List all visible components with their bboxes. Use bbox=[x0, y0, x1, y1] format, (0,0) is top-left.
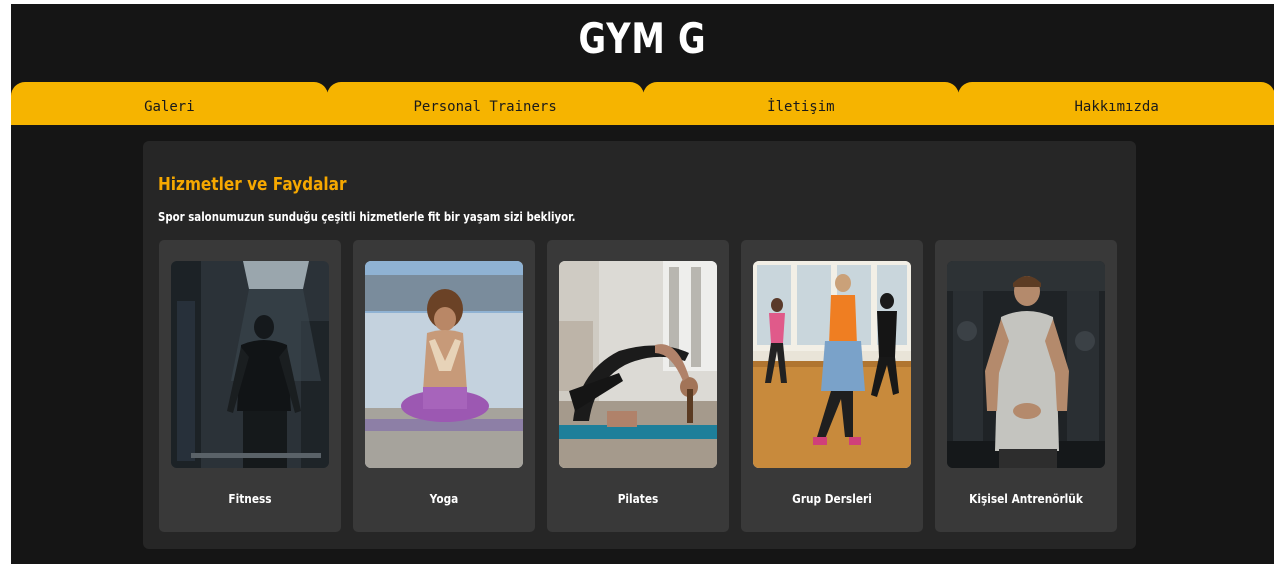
section-subtitle: Spor salonumuzun sunduğu çeşitli hizmetl… bbox=[158, 210, 576, 224]
page-frame: GYM G Galeri Personal Trainers İletişim … bbox=[11, 4, 1274, 564]
nav-tab-personal-trainers[interactable]: Personal Trainers bbox=[326, 82, 644, 125]
nav-tab-galeri[interactable]: Galeri bbox=[11, 82, 328, 125]
nav-tab-label: İletişim bbox=[767, 98, 835, 115]
group-class-photo-image bbox=[753, 261, 911, 468]
pilates-photo-image bbox=[559, 261, 717, 468]
personal-trainer-photo-image bbox=[947, 261, 1105, 468]
card-label: Fitness bbox=[228, 492, 272, 506]
nav-tab-label: Galeri bbox=[144, 98, 195, 115]
site-title: GYM G bbox=[578, 14, 707, 63]
services-panel: Hizmetler ve Faydalar Spor salonumuzun s… bbox=[143, 141, 1136, 549]
service-card-kisisel-antrenorluk[interactable]: Kişisel Antrenörlük bbox=[935, 240, 1117, 532]
card-label: Kişisel Antrenörlük bbox=[969, 492, 1083, 506]
fitness-photo-image bbox=[171, 261, 329, 468]
service-cards: Fitness Yoga Pilates Grup Dersleri Kişis… bbox=[159, 240, 1117, 532]
card-label: Pilates bbox=[617, 492, 659, 506]
nav-tab-label: Personal Trainers bbox=[413, 98, 557, 115]
nav-tab-label: Hakkımızda bbox=[1074, 98, 1159, 115]
fitness-photo bbox=[171, 261, 329, 468]
yoga-photo-image bbox=[365, 261, 523, 468]
section-heading: Hizmetler ve Faydalar bbox=[158, 174, 347, 195]
service-card-grup-dersleri[interactable]: Grup Dersleri bbox=[741, 240, 923, 532]
card-label: Grup Dersleri bbox=[792, 492, 872, 506]
main-nav: Galeri Personal Trainers İletişim Hakkım… bbox=[11, 82, 1274, 125]
nav-tab-iletisim[interactable]: İletişim bbox=[642, 82, 960, 125]
service-card-fitness[interactable]: Fitness bbox=[159, 240, 341, 532]
card-label: Yoga bbox=[429, 492, 459, 506]
service-card-yoga[interactable]: Yoga bbox=[353, 240, 535, 532]
yoga-photo bbox=[365, 261, 523, 468]
nav-tab-hakkimizda[interactable]: Hakkımızda bbox=[958, 82, 1274, 125]
personal-trainer-photo bbox=[947, 261, 1105, 468]
pilates-photo bbox=[559, 261, 717, 468]
group-class-photo bbox=[753, 261, 911, 468]
service-card-pilates[interactable]: Pilates bbox=[547, 240, 729, 532]
